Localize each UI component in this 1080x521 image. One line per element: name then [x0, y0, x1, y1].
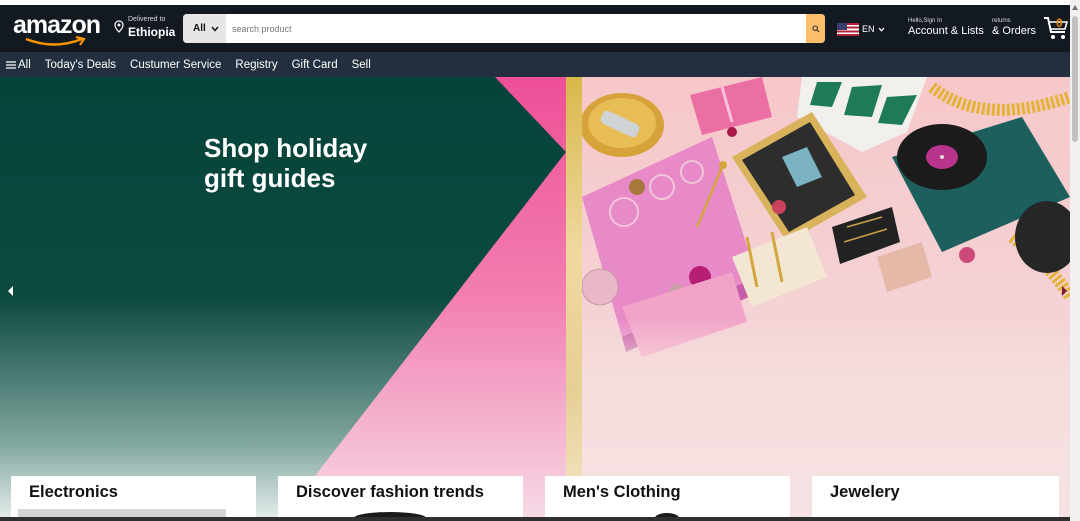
- subnav-item-gift-card[interactable]: Gift Card: [285, 59, 345, 71]
- location-pin-icon: [114, 20, 124, 33]
- logo-smile-icon: [25, 36, 86, 46]
- search-input[interactable]: [226, 14, 806, 43]
- search-button[interactable]: [806, 14, 825, 43]
- card-title: Men's Clothing: [563, 483, 681, 501]
- cart-count: 0: [1056, 16, 1063, 30]
- search-category-select[interactable]: All: [183, 14, 226, 43]
- account-greeting: Hello,Sign In: [908, 18, 943, 24]
- carousel-next-icon[interactable]: [1059, 285, 1069, 297]
- hero-title-line2: gift guides: [204, 163, 336, 193]
- subnav-item-registry[interactable]: Registry: [228, 59, 284, 71]
- search-bar: All: [183, 14, 825, 43]
- page-scrollbar[interactable]: [1070, 0, 1080, 521]
- search-category-label: All: [193, 23, 206, 34]
- subnav-item-todays-deals[interactable]: Today's Deals: [38, 59, 123, 71]
- card-title: Electronics: [29, 483, 118, 501]
- card-title: Jewelery: [830, 483, 900, 501]
- hero-title[interactable]: Shop holiday gift guides: [204, 133, 444, 193]
- window-bottom-edge: [0, 517, 1070, 521]
- carousel-prev-icon[interactable]: [6, 285, 16, 297]
- amazon-logo[interactable]: amazon: [10, 9, 110, 49]
- nav-belt: amazon Delivered to Ethiopia All search …: [0, 5, 1070, 52]
- scrollbar-thumb[interactable]: [1072, 16, 1078, 142]
- chevron-down-icon: [211, 26, 219, 32]
- holiday-gifts-photo[interactable]: [582, 77, 1070, 521]
- category-card-jewelery[interactable]: Jewelery: [812, 476, 1059, 521]
- returns-label: returns: [992, 18, 1011, 24]
- deliver-label: Delivered to: [128, 16, 166, 23]
- search-icon: [811, 24, 819, 32]
- account-menu[interactable]: Hello,Sign In Account & Lists: [908, 18, 984, 37]
- gold-glitter-strip: [566, 77, 582, 521]
- all-menu-button[interactable]: All: [0, 59, 38, 71]
- language-label: EN: [862, 24, 875, 34]
- chevron-down-icon: [878, 27, 884, 32]
- card-title: Discover fashion trends: [296, 483, 484, 501]
- hero-carousel: Shop holiday gift guides: [0, 77, 1070, 521]
- subnav-item-sell[interactable]: Sell: [345, 59, 378, 71]
- sub-nav: All Today's Deals Custumer Service Regis…: [0, 52, 1070, 77]
- subnav-item-customer-service[interactable]: Custumer Service: [123, 59, 228, 71]
- hamburger-menu-icon: [6, 60, 16, 69]
- page: amazon Delivered to Ethiopia All search …: [0, 0, 1080, 521]
- cart-button[interactable]: 0: [1043, 14, 1069, 42]
- category-card-mens-clothing[interactable]: Men's Clothing: [545, 476, 790, 521]
- deliver-country: Ethiopia: [128, 25, 176, 39]
- account-label: Account & Lists: [908, 25, 984, 37]
- scroll-up-icon[interactable]: [1072, 5, 1078, 10]
- returns-orders[interactable]: returns & Orders: [992, 18, 1036, 37]
- category-card-electronics[interactable]: Electronics: [11, 476, 256, 521]
- hero-title-line1: Shop holiday: [204, 133, 368, 163]
- us-flag-icon: [837, 22, 859, 36]
- all-menu-label: All: [18, 58, 31, 71]
- category-card-fashion[interactable]: Discover fashion trends: [278, 476, 523, 521]
- orders-label: & Orders: [992, 25, 1037, 37]
- language-selector[interactable]: EN: [837, 21, 885, 37]
